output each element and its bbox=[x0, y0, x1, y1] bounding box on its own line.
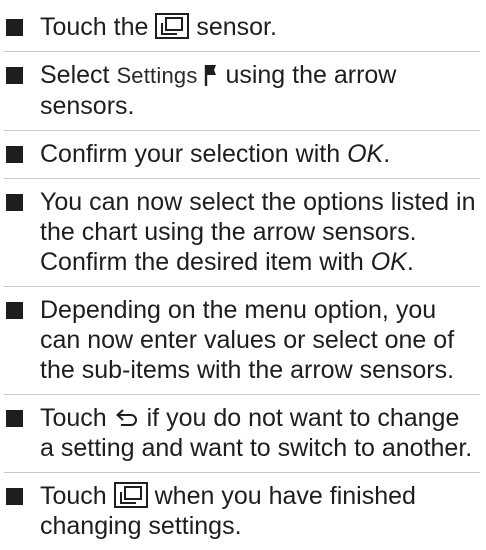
step-enter-values: Depending on the menu option, you can no… bbox=[4, 287, 480, 395]
bullet bbox=[6, 67, 23, 84]
bullet bbox=[6, 194, 23, 211]
ok-label: OK bbox=[347, 140, 384, 168]
step-text: Confirm your selection with OK. bbox=[40, 140, 391, 168]
back-arrow-icon bbox=[114, 408, 140, 430]
step-text: Touch when you have finished changing se… bbox=[40, 482, 416, 540]
bullet bbox=[6, 19, 23, 36]
bullet bbox=[6, 488, 23, 505]
step-select-settings: Select Settings using the arrow sensors. bbox=[4, 52, 480, 131]
step-finish: Touch when you have finished changing se… bbox=[4, 473, 480, 550]
settings-menu-word: Settings bbox=[116, 63, 198, 88]
step-confirm-ok: Confirm your selection with OK. bbox=[4, 131, 480, 179]
menu-sensor-icon bbox=[113, 482, 148, 508]
step-text: Select Settings using the arrow sensors. bbox=[40, 61, 397, 120]
bullet bbox=[6, 146, 23, 163]
step-text: Touch if you do not want to change a set… bbox=[40, 404, 473, 462]
step-text: You can now select the options listed in… bbox=[40, 188, 476, 276]
bullet bbox=[6, 302, 23, 319]
step-text: Touch the sensor. bbox=[40, 13, 277, 41]
menu-sensor-icon bbox=[155, 13, 190, 39]
flag-icon bbox=[204, 63, 218, 87]
instruction-list: Touch the sensor. Select Settings using … bbox=[0, 0, 486, 550]
step-select-options: You can now select the options listed in… bbox=[4, 179, 480, 287]
bullet bbox=[6, 410, 23, 427]
step-touch-menu-sensor: Touch the sensor. bbox=[4, 4, 480, 52]
step-text: Depending on the menu option, you can no… bbox=[40, 296, 455, 384]
step-touch-back: Touch if you do not want to change a set… bbox=[4, 395, 480, 473]
ok-label: OK bbox=[370, 248, 407, 276]
